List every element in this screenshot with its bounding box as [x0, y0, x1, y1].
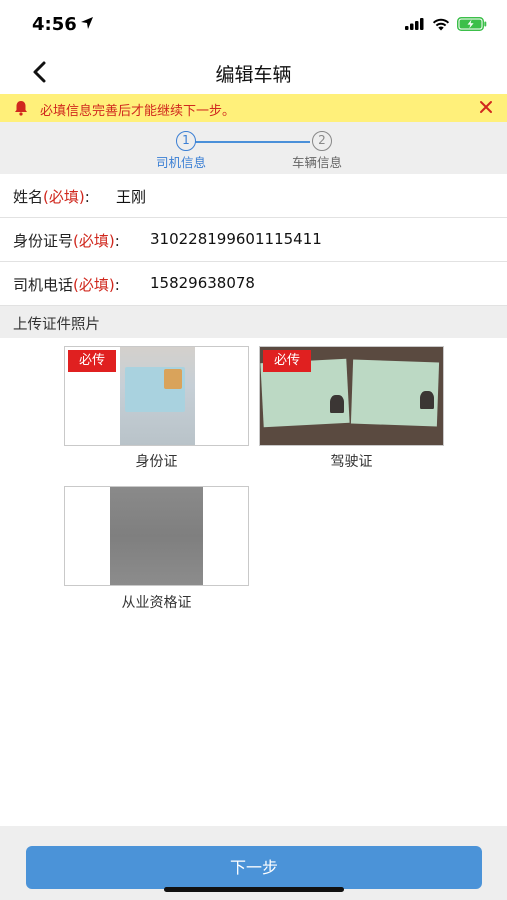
id-number-input[interactable]: 310228199601115411 [150, 230, 322, 248]
label-separator: : [114, 232, 120, 250]
step-connector [194, 141, 310, 143]
bell-icon [15, 101, 27, 116]
license-portrait-left [330, 395, 344, 413]
cellular-signal-icon [405, 18, 424, 30]
id-number-label: 身份证号(必填): [13, 230, 120, 251]
step-1-circle[interactable]: 1 [176, 131, 196, 151]
license-portrait-right [420, 391, 434, 409]
id-card-upload[interactable]: 必传 [64, 346, 249, 446]
driver-phone-label: 司机电话(必填): [13, 274, 120, 295]
stepper: 1 2 司机信息 车辆信息 [0, 122, 507, 174]
qualification-cert-photo [110, 487, 203, 585]
qualification-cert-upload[interactable] [64, 486, 249, 586]
id-card-avatar [164, 369, 182, 389]
driver-phone-label-text: 司机电话 [13, 276, 74, 294]
required-tag: (必填) [73, 232, 115, 250]
bottom-bar: 下一步 [0, 826, 507, 900]
status-icons [405, 17, 487, 31]
driver-phone-row[interactable]: 司机电话(必填): 15829638078 [0, 262, 507, 306]
required-tag: (必填) [73, 276, 115, 294]
step-2-label: 车辆信息 [292, 155, 343, 170]
step-2-circle[interactable]: 2 [312, 131, 332, 151]
name-label-text: 姓名 [13, 188, 44, 206]
next-step-button[interactable]: 下一步 [26, 846, 482, 889]
notice-banner: 必填信息完善后才能继续下一步。 [0, 94, 507, 122]
required-upload-badge: 必传 [68, 350, 116, 372]
step-1-label: 司机信息 [156, 155, 207, 170]
home-indicator [164, 887, 344, 892]
close-icon[interactable] [477, 98, 495, 116]
name-input[interactable]: 王刚 [116, 186, 146, 207]
id-card-photo [120, 347, 195, 445]
label-separator: : [114, 276, 120, 294]
id-number-row[interactable]: 身份证号(必填): 310228199601115411 [0, 218, 507, 262]
driver-phone-input[interactable]: 15829638078 [150, 274, 255, 292]
id-card-caption: 身份证 [135, 454, 178, 470]
wifi-icon [432, 18, 450, 30]
driver-license-upload[interactable]: 必传 [259, 346, 444, 446]
nav-bar: 编辑车辆 [0, 50, 507, 94]
upload-section-title: 上传证件照片 [13, 317, 100, 333]
status-bar: 4:56 [0, 0, 507, 50]
required-upload-badge: 必传 [263, 350, 311, 372]
page-title: 编辑车辆 [215, 64, 292, 86]
notice-text: 必填信息完善后才能继续下一步。 [40, 104, 236, 119]
driver-license-caption: 驾驶证 [330, 454, 373, 470]
qualification-cert-caption: 从业资格证 [121, 595, 192, 611]
location-arrow-icon [81, 17, 93, 29]
name-label: 姓名(必填): [13, 186, 90, 207]
label-separator: : [84, 188, 90, 206]
upload-section-header: 上传证件照片 [0, 306, 507, 338]
id-number-label-text: 身份证号 [13, 232, 74, 250]
status-time: 4:56 [32, 14, 77, 35]
battery-charging-icon [457, 17, 487, 31]
name-row[interactable]: 姓名(必填): 王刚 [0, 174, 507, 218]
required-tag: (必填) [43, 188, 85, 206]
